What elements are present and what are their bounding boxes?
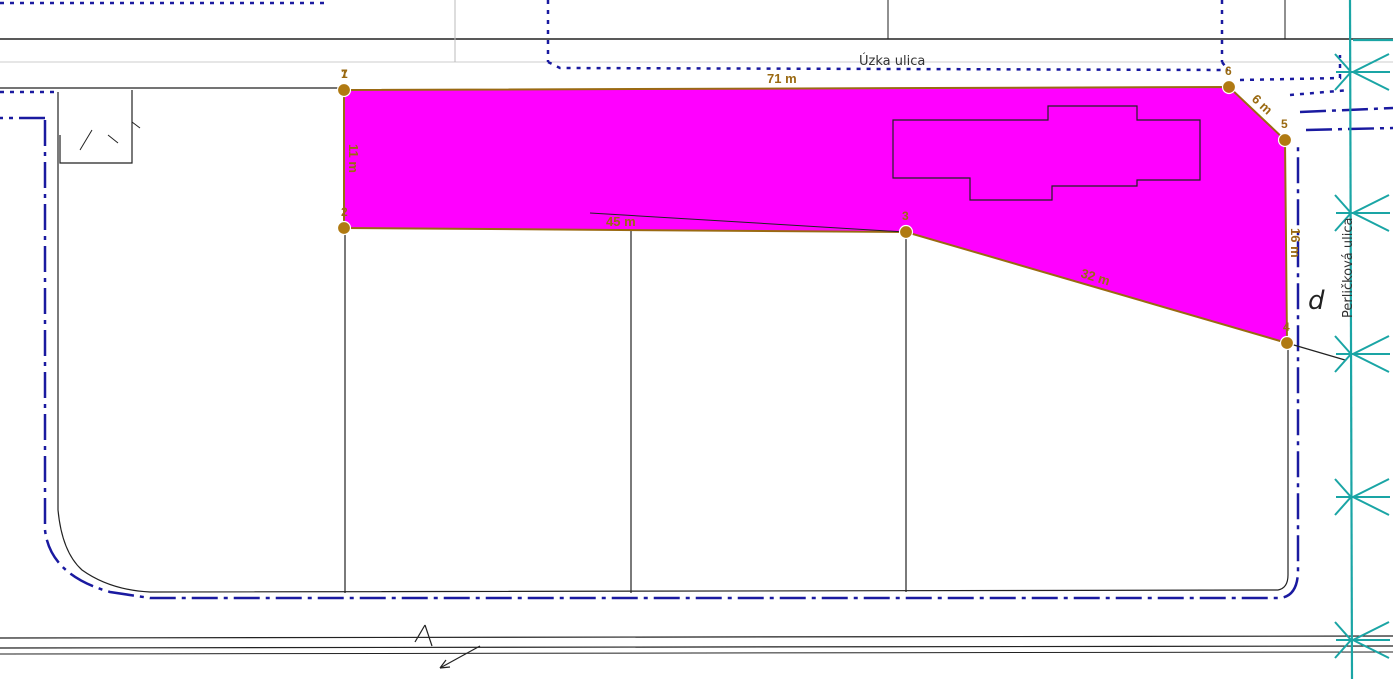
boundary-marker-5	[1334, 621, 1390, 659]
street-label-right[interactable]: Perličková ulica	[1341, 218, 1356, 318]
street-label-top[interactable]: Úzka ulica	[859, 53, 925, 69]
dim-label-left: 11 m	[346, 144, 361, 173]
dotted-boundaries	[0, 0, 1351, 97]
boundary-marker-1	[1334, 53, 1390, 91]
vertex-label-3: 3	[902, 209, 909, 223]
boundary-marker-4	[1334, 478, 1390, 516]
dim-label-top: 71 m	[767, 71, 797, 86]
road-bottom-lines	[0, 624, 1393, 669]
vertex-marker-6[interactable]	[1221, 79, 1237, 95]
vertex-marker-2[interactable]	[336, 220, 352, 236]
teal-markers	[1334, 53, 1390, 659]
vertex-label-4: 4	[1283, 320, 1290, 334]
dim-label-right: 16 m	[1288, 228, 1303, 258]
vertex-label-6: 6	[1225, 64, 1232, 78]
vertex-marker-5[interactable]	[1277, 132, 1293, 148]
vertex-label-7: 7	[341, 67, 348, 81]
boundary-marker-3	[1334, 335, 1390, 373]
dim-label-bottom-left: 45 m	[606, 214, 636, 229]
map-letter: d	[1308, 286, 1325, 316]
vertex-marker-3[interactable]	[898, 224, 914, 240]
cadastral-map[interactable]: 12 34567 71 m 11 m 45 m 32 m 16 m 6 m Úzk…	[0, 0, 1393, 679]
parcel-polygon[interactable]	[343, 85, 1289, 345]
vertex-label-2: 2	[341, 205, 348, 219]
vertex-marker-1[interactable]	[336, 82, 352, 98]
vertex-marker-4[interactable]	[1279, 335, 1295, 351]
road-top-lines	[0, 0, 1393, 89]
teal-boundary	[1348, 0, 1393, 679]
vertex-label-5: 5	[1281, 117, 1288, 131]
